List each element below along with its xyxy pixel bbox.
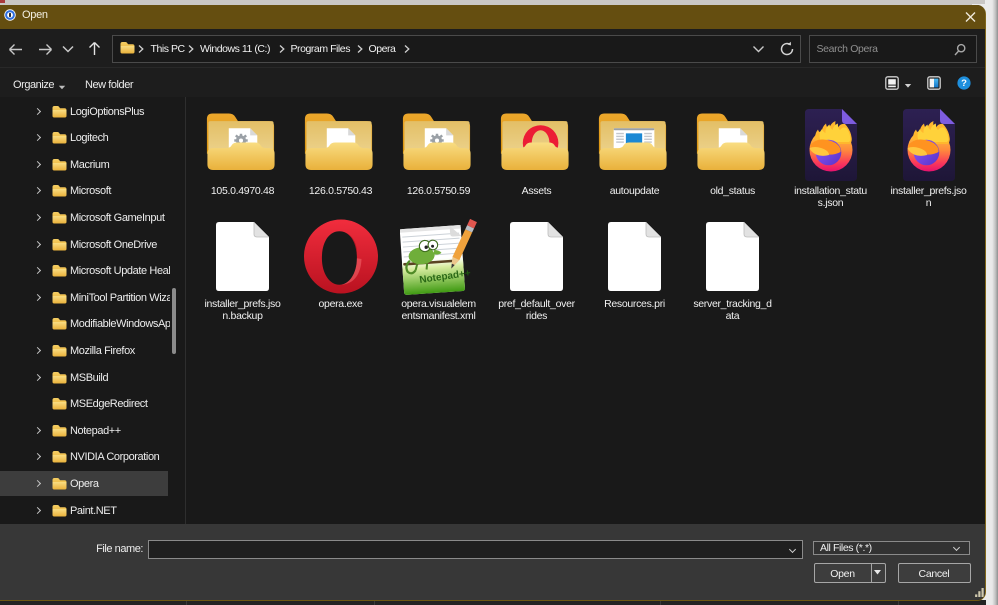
svg-text:?: ?	[961, 78, 967, 89]
